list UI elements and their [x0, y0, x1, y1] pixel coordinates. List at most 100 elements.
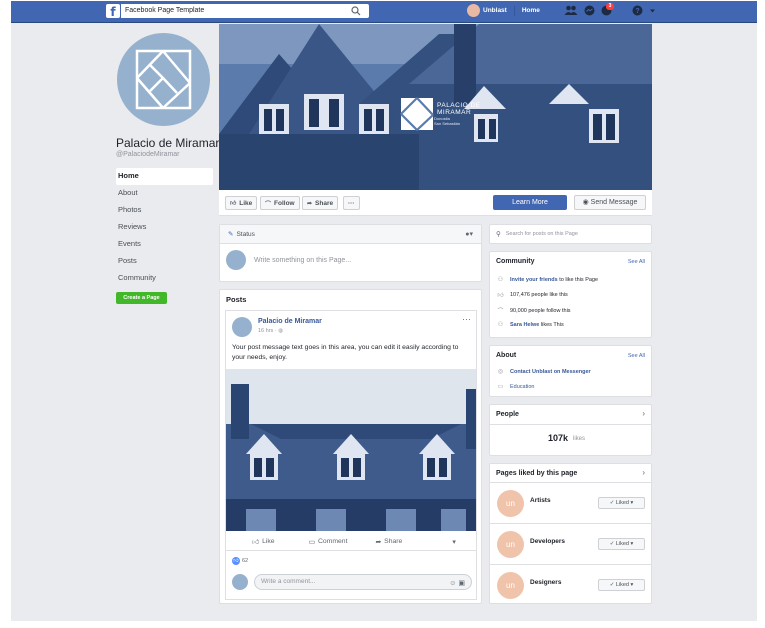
posts-title: Posts	[226, 295, 247, 304]
search-input-value: Facebook Page Template	[125, 7, 205, 14]
page-avatar[interactable]: un	[497, 572, 524, 599]
post-comment-button[interactable]: ▭ Comment	[309, 538, 348, 546]
like-reaction-icon: 👍︎	[232, 557, 240, 565]
community-title: Community	[496, 258, 535, 265]
sidebar-item-about[interactable]: About	[116, 185, 213, 202]
avatar[interactable]	[232, 317, 252, 337]
emoji-icon[interactable]: ☺	[449, 580, 456, 587]
status-composer: ✎ Status ●▾ Write something on this Page…	[219, 224, 482, 282]
cover-photo[interactable]: PALACIO DE MIRAMAR Donostia San Sebastiá…	[219, 24, 652, 190]
page-action-bar: 👍︎ Like ⌒ Follow ➦ Share ··· Learn More ◉ S…	[219, 190, 652, 216]
post-share-button[interactable]: ➦ Share	[375, 538, 402, 546]
cover-logo-sub2: San Sebastián	[434, 121, 461, 126]
more-options-button[interactable]: ···	[343, 196, 360, 210]
rss-icon: ⌒	[265, 201, 272, 208]
liked-button[interactable]: ✓ Liked ▾	[598, 497, 645, 509]
chevron-down-icon[interactable]	[649, 8, 656, 14]
post-author[interactable]: Palacio de Miramar	[258, 318, 322, 325]
send-message-button[interactable]: ◉ Send Message	[574, 195, 646, 210]
sidebar-item-community[interactable]: Community	[116, 270, 213, 287]
liked-button-label: Liked	[615, 500, 629, 506]
page-name-link[interactable]: Developers	[530, 538, 565, 545]
comment-input[interactable]: Write a comment... ☺ ▣	[254, 574, 472, 590]
page-handle[interactable]: @PalaciodeMiramar	[116, 151, 180, 158]
people-likes-label: likes	[573, 436, 586, 442]
contact-messenger-link[interactable]: Contact Unblast on Messenger	[510, 369, 591, 375]
post-like-button[interactable]: 👍︎ Like	[252, 538, 275, 546]
pages-liked-card: Pages liked by this page › un Artists ✓ …	[489, 463, 652, 604]
status-input[interactable]: Write something on this Page...	[254, 257, 351, 264]
sidebar-item-posts[interactable]: Posts	[116, 253, 213, 270]
messenger-icon: ◎	[497, 369, 504, 375]
liked-button-label: Liked	[615, 582, 629, 588]
profile-link[interactable]: Unblast Home	[467, 4, 540, 17]
create-page-button[interactable]: Create a Page	[116, 292, 167, 304]
sidebar-item-home[interactable]: Home	[116, 168, 213, 185]
page-name-link[interactable]: Artists	[530, 497, 551, 504]
category-link[interactable]: Education	[510, 384, 534, 390]
home-link[interactable]: Home	[522, 7, 540, 14]
chevron-right-icon[interactable]: ›	[642, 468, 645, 477]
comment-icon: ▭	[308, 538, 315, 546]
sticker-icon[interactable]: ▣	[458, 580, 465, 587]
friends-icon: ⚇	[497, 322, 504, 328]
search-input[interactable]: Facebook Page Template	[121, 4, 369, 18]
page-posts-search-placeholder: Search for posts on this Page	[505, 231, 578, 237]
reaction-summary[interactable]: 👍︎ 62	[232, 557, 248, 565]
rss-icon: ⌒	[497, 309, 504, 315]
page-avatar[interactable]: un	[497, 490, 524, 517]
liked-button[interactable]: ✓ Liked ▾	[598, 538, 645, 550]
profile-picture[interactable]	[117, 33, 210, 126]
chevron-down-icon: ▾	[629, 582, 634, 588]
post-photo	[226, 369, 476, 531]
people-count: 107k	[548, 433, 569, 443]
audience-icon[interactable]: ●▾	[465, 230, 473, 238]
about-see-all-link[interactable]: See All	[628, 353, 645, 359]
follow-button[interactable]: ⌒ Follow	[260, 196, 300, 210]
pages-liked-title[interactable]: Pages liked by this page	[496, 470, 577, 477]
page-posts-search[interactable]: ⚲ Search for posts on this Page	[489, 224, 652, 244]
chevron-down-icon[interactable]: ▾	[452, 538, 455, 546]
share-page-button[interactable]: ➦ Share	[302, 196, 339, 210]
messenger-icon[interactable]	[584, 5, 595, 16]
help-icon[interactable]: ?	[632, 5, 643, 16]
post-options-icon[interactable]: ···	[462, 314, 471, 324]
friend-link[interactable]: Sara Helwe	[510, 322, 539, 328]
post-share-label: Share	[384, 538, 403, 545]
list-item: un Artists ✓ Liked ▾	[490, 482, 651, 522]
post-time-text: 16 hrs	[258, 328, 274, 334]
post-text: Your post message text goes in this area…	[232, 344, 459, 361]
cover-logo-line2: MIRAMAR	[437, 109, 472, 116]
learn-more-button[interactable]: Learn More	[493, 195, 567, 210]
post-time[interactable]: 16 hrs · ◍	[258, 328, 283, 334]
people-title[interactable]: People	[496, 411, 519, 418]
like-page-button[interactable]: 👍︎ Like	[225, 196, 258, 210]
sidebar-item-events[interactable]: Events	[116, 236, 213, 253]
post-image[interactable]	[226, 369, 476, 531]
thumbs-up-icon: 👍︎	[230, 201, 237, 207]
chevron-down-icon: ▾	[629, 500, 634, 506]
globe-icon: ◍	[278, 328, 283, 334]
comment-composer: Write a comment... ☺ ▣	[232, 574, 472, 590]
search-icon: ⚲	[496, 231, 501, 238]
liked-button[interactable]: ✓ Liked ▾	[598, 579, 645, 591]
about-title: About	[496, 352, 517, 359]
sidebar-item-reviews[interactable]: Reviews	[116, 219, 213, 236]
follow-label: Follow	[274, 199, 295, 207]
status-tab[interactable]: Status	[236, 231, 254, 238]
messenger-small-icon: ◉	[582, 199, 591, 206]
community-see-all-link[interactable]: See All	[628, 259, 645, 265]
sidebar-item-photos[interactable]: Photos	[116, 202, 213, 219]
facebook-logo-icon[interactable]: f	[106, 4, 120, 19]
search-icon[interactable]	[351, 6, 361, 16]
people-card: People › 107k likes	[489, 404, 652, 456]
follows-count-text: 90,000 people follow this	[510, 307, 571, 314]
chevron-right-icon[interactable]: ›	[642, 409, 645, 418]
friends-icon[interactable]	[564, 5, 578, 16]
page-name-link[interactable]: Designers	[530, 579, 561, 586]
invite-friends-link[interactable]: Invite your friends	[510, 277, 558, 283]
page-avatar[interactable]: un	[497, 531, 524, 558]
user-name: Unblast	[483, 7, 507, 14]
post-card: Palacio de Miramar 16 hrs · ◍ ··· Your p…	[225, 310, 477, 600]
avatar	[232, 574, 248, 590]
